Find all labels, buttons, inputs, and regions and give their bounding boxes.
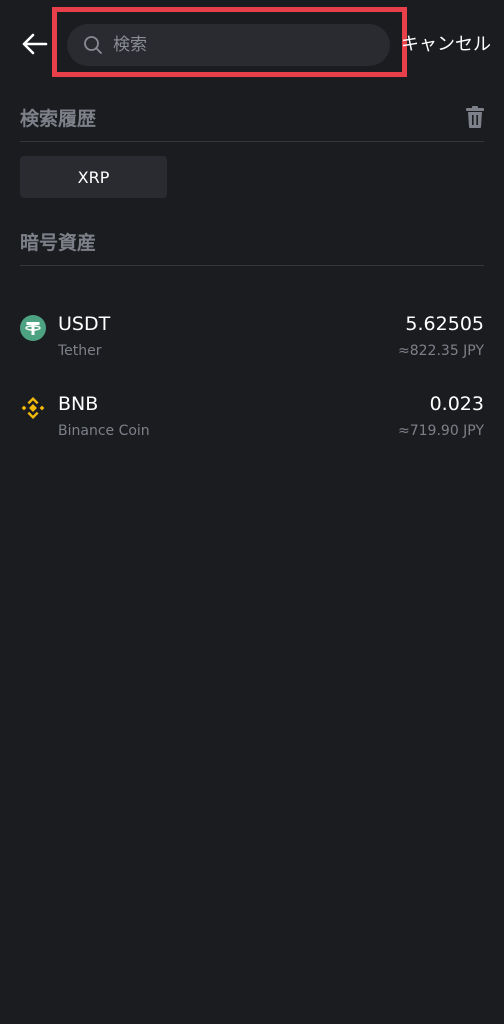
asset-fiat-value: ≈719.90 JPY <box>398 423 484 439</box>
asset-amount: 0.023 <box>429 393 484 415</box>
search-history-title: 検索履歴 <box>20 108 97 130</box>
asset-fiat-value: ≈822.35 JPY <box>398 343 484 359</box>
crypto-assets-header: 暗号資産 <box>20 222 484 266</box>
asset-name: Binance Coin <box>58 423 150 439</box>
search-history-header: 検索履歴 <box>20 98 484 142</box>
search-icon <box>84 36 102 54</box>
tether-icon <box>20 315 46 341</box>
search-highlight-frame <box>52 7 407 77</box>
asset-row-usdt[interactable]: USDT Tether 5.62505 ≈822.35 JPY <box>20 313 484 373</box>
binance-icon <box>21 397 45 419</box>
history-chip-xrp[interactable]: XRP <box>20 156 167 198</box>
search-field[interactable] <box>67 24 390 66</box>
back-arrow-icon <box>22 33 48 55</box>
trash-icon[interactable] <box>466 106 484 128</box>
top-bar: キャンセル <box>0 0 504 88</box>
asset-row-bnb[interactable]: BNB Binance Coin 0.023 ≈719.90 JPY <box>20 393 484 453</box>
asset-symbol: USDT <box>58 313 111 335</box>
back-button[interactable] <box>14 26 54 62</box>
asset-name: Tether <box>58 343 102 359</box>
asset-amount: 5.62505 <box>405 313 484 335</box>
asset-symbol: BNB <box>58 393 99 415</box>
crypto-assets-title: 暗号資産 <box>20 232 97 254</box>
search-input[interactable] <box>111 34 355 56</box>
cancel-button[interactable]: キャンセル <box>401 30 504 56</box>
